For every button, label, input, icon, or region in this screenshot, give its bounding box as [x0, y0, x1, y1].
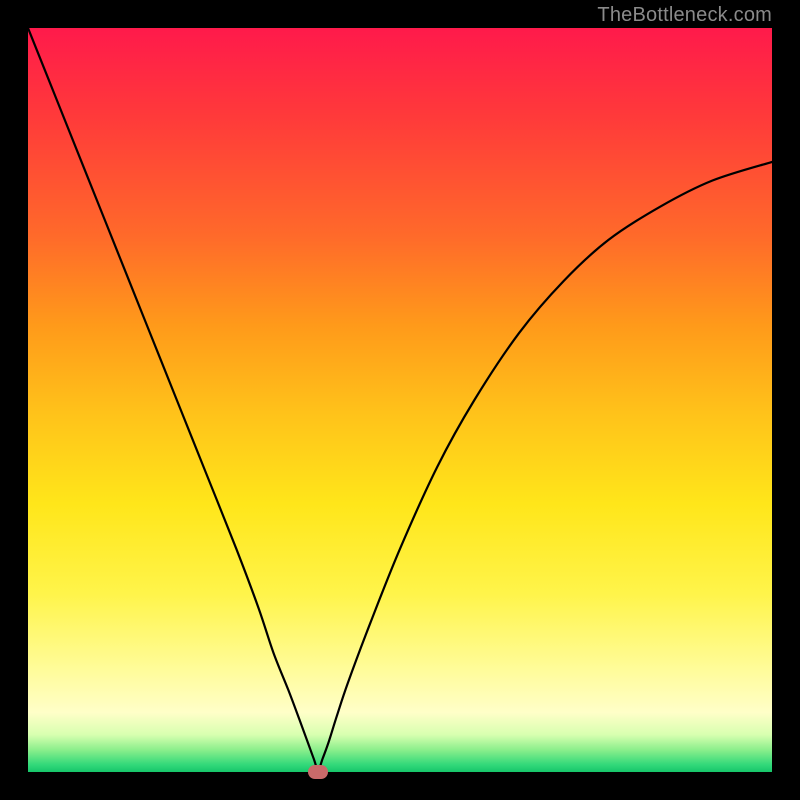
bottleneck-curve	[28, 28, 772, 770]
watermark-text: TheBottleneck.com	[597, 4, 772, 27]
curve-svg	[28, 28, 772, 772]
optimal-point-marker	[308, 765, 328, 779]
chart-container: TheBottleneck.com	[0, 0, 800, 800]
plot-area	[28, 28, 772, 772]
